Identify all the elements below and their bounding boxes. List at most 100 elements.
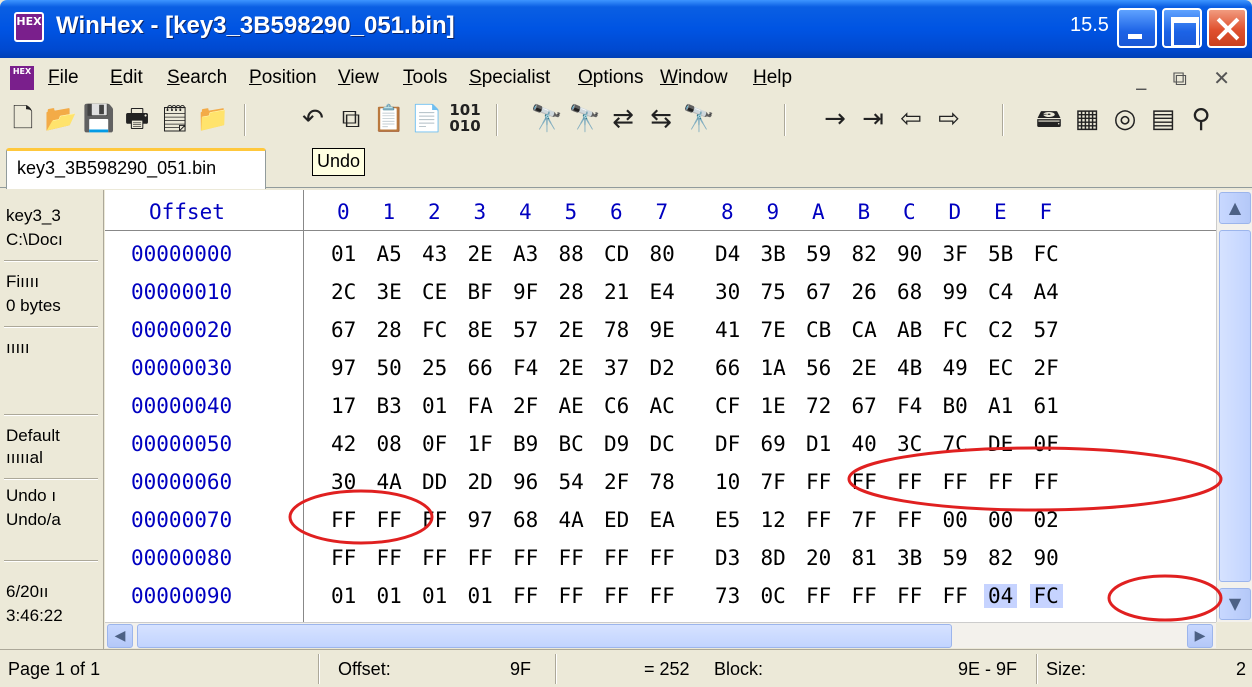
hex-byte[interactable]: 2E [468, 242, 493, 266]
hex-byte[interactable]: 90 [897, 242, 922, 266]
hex-byte[interactable]: FF [897, 508, 922, 532]
hex-byte[interactable]: FF [331, 546, 356, 570]
hex-byte[interactable]: 7F [852, 508, 877, 532]
tab-file[interactable]: key3_3B598290_051.bin [6, 148, 266, 189]
find-hex-icon[interactable]: 🔭 [568, 102, 602, 136]
hex-byte[interactable]: 57 [513, 318, 538, 342]
winhex-app-icon[interactable]: HEX [14, 12, 44, 42]
hex-byte[interactable]: 9F [513, 280, 538, 304]
hex-byte[interactable]: AB [897, 318, 922, 342]
hex-byte[interactable]: C4 [988, 280, 1013, 304]
hex-byte[interactable]: FA [468, 394, 493, 418]
forward-icon[interactable]: ⇨ [932, 102, 966, 136]
hex-byte[interactable]: 49 [943, 356, 968, 380]
hex-byte[interactable]: 54 [559, 470, 584, 494]
close-button[interactable] [1207, 8, 1247, 48]
hex-byte[interactable]: AC [650, 394, 675, 418]
hex-byte[interactable]: FF [943, 584, 968, 608]
hex-byte[interactable]: 01 [468, 584, 493, 608]
hex-byte[interactable]: B0 [943, 394, 968, 418]
hex-byte[interactable]: 43 [422, 242, 447, 266]
hex-byte[interactable]: A1 [988, 394, 1013, 418]
scroll-right-icon[interactable]: ▶ [1187, 624, 1213, 648]
hex-byte[interactable]: 01 [331, 242, 356, 266]
hex-byte[interactable]: 59 [806, 242, 831, 266]
hex-byte[interactable]: 7F [761, 470, 786, 494]
hex-byte[interactable]: 8E [468, 318, 493, 342]
hex-byte[interactable]: 67 [331, 318, 356, 342]
hex-byte[interactable]: 68 [897, 280, 922, 304]
vertical-scroll-thumb[interactable] [1219, 230, 1251, 582]
hex-byte[interactable]: 25 [422, 356, 447, 380]
menu-options[interactable]: Options [578, 67, 643, 89]
hex-byte[interactable]: 4A [559, 508, 584, 532]
hex-byte[interactable]: 0F [422, 432, 447, 456]
hex-byte[interactable]: E4 [650, 280, 675, 304]
mdi-window-controls[interactable]: _ ⧉ ✕ [1136, 66, 1240, 90]
paste-icon[interactable]: 📋 [372, 102, 406, 136]
hex-byte[interactable]: 2E [559, 356, 584, 380]
hex-byte[interactable]: 37 [604, 356, 629, 380]
hex-byte[interactable]: 61 [1034, 394, 1059, 418]
hex-byte[interactable]: FF [650, 584, 675, 608]
hex-byte[interactable]: 2F [513, 394, 538, 418]
hex-byte[interactable]: FF [852, 584, 877, 608]
hex-byte[interactable]: E5 [715, 508, 740, 532]
hex-byte[interactable]: CD [604, 242, 629, 266]
document-hex-icon[interactable]: HEX [10, 66, 34, 90]
hex-byte[interactable]: FF [650, 546, 675, 570]
hex-byte[interactable]: DE [988, 432, 1013, 456]
goto-offset-icon[interactable]: → [818, 102, 852, 136]
hex-byte[interactable]: 28 [559, 280, 584, 304]
hex-byte[interactable]: 20 [806, 546, 831, 570]
vertical-scrollbar[interactable]: ▲ ▼ [1216, 190, 1252, 622]
hex-byte[interactable]: 3C [897, 432, 922, 456]
horizontal-scroll-thumb[interactable] [137, 624, 952, 648]
hex-byte[interactable]: FF [897, 470, 922, 494]
hex-byte[interactable]: 42 [331, 432, 356, 456]
hex-byte[interactable]: FF [897, 584, 922, 608]
title-bar[interactable]: HEX WinHex - [key3_3B598290_051.bin] 15.… [0, 0, 1252, 58]
hex-byte[interactable]: F4 [513, 356, 538, 380]
hex-byte[interactable]: FF [559, 546, 584, 570]
hex-byte[interactable]: FC [1034, 242, 1059, 266]
hex-byte[interactable]: D3 [715, 546, 740, 570]
hex-byte[interactable]: 67 [806, 280, 831, 304]
hex-byte[interactable]: 17 [331, 394, 356, 418]
hex-byte[interactable]: 50 [377, 356, 402, 380]
properties-icon[interactable]: 🗒 [158, 102, 192, 136]
hex-byte[interactable]: DF [715, 432, 740, 456]
hex-editor-view[interactable]: Offset 0 1 2 3 4 5 6 7 8 9 A B C D E F 00000000 01 A5 43 2E A3… [105, 190, 1216, 622]
hex-byte[interactable]: 01 [422, 394, 447, 418]
hex-byte[interactable]: FF [1034, 470, 1059, 494]
hex-byte[interactable]: AE [559, 394, 584, 418]
hex-byte[interactable]: 56 [806, 356, 831, 380]
hex-byte[interactable]: FF [422, 508, 447, 532]
hex-byte[interactable]: 10 [715, 470, 740, 494]
menu-position[interactable]: Position [249, 67, 317, 89]
hex-byte[interactable]: B9 [513, 432, 538, 456]
hex-byte[interactable]: 59 [943, 546, 968, 570]
hex-byte[interactable]: EA [650, 508, 675, 532]
open-disk-icon[interactable]: 📁 [196, 102, 230, 136]
replace-text-icon[interactable]: ⇄ [606, 102, 640, 136]
horizontal-scrollbar[interactable]: ◀ ▶ [105, 622, 1216, 648]
hex-byte[interactable]: F4 [897, 394, 922, 418]
hex-byte[interactable]: 1E [761, 394, 786, 418]
hex-byte[interactable]: 90 [1034, 546, 1059, 570]
hex-byte[interactable]: 99 [943, 280, 968, 304]
hex-byte[interactable]: 00 [943, 508, 968, 532]
menu-search[interactable]: Search [167, 67, 227, 89]
hex-byte[interactable]: 26 [852, 280, 877, 304]
hex-byte[interactable]: A3 [513, 242, 538, 266]
hex-byte[interactable]: 97 [331, 356, 356, 380]
hex-byte[interactable]: CF [715, 394, 740, 418]
hex-byte[interactable]: 2E [559, 318, 584, 342]
hex-byte[interactable]: 01 [422, 584, 447, 608]
hex-byte[interactable]: 2F [604, 470, 629, 494]
menu-window[interactable]: Window [660, 67, 728, 89]
hex-byte[interactable]: 7C [943, 432, 968, 456]
hex-byte[interactable]: 2F [1034, 356, 1059, 380]
hex-byte[interactable]: 2D [468, 470, 493, 494]
hex-byte[interactable]: 02 [1034, 508, 1059, 532]
